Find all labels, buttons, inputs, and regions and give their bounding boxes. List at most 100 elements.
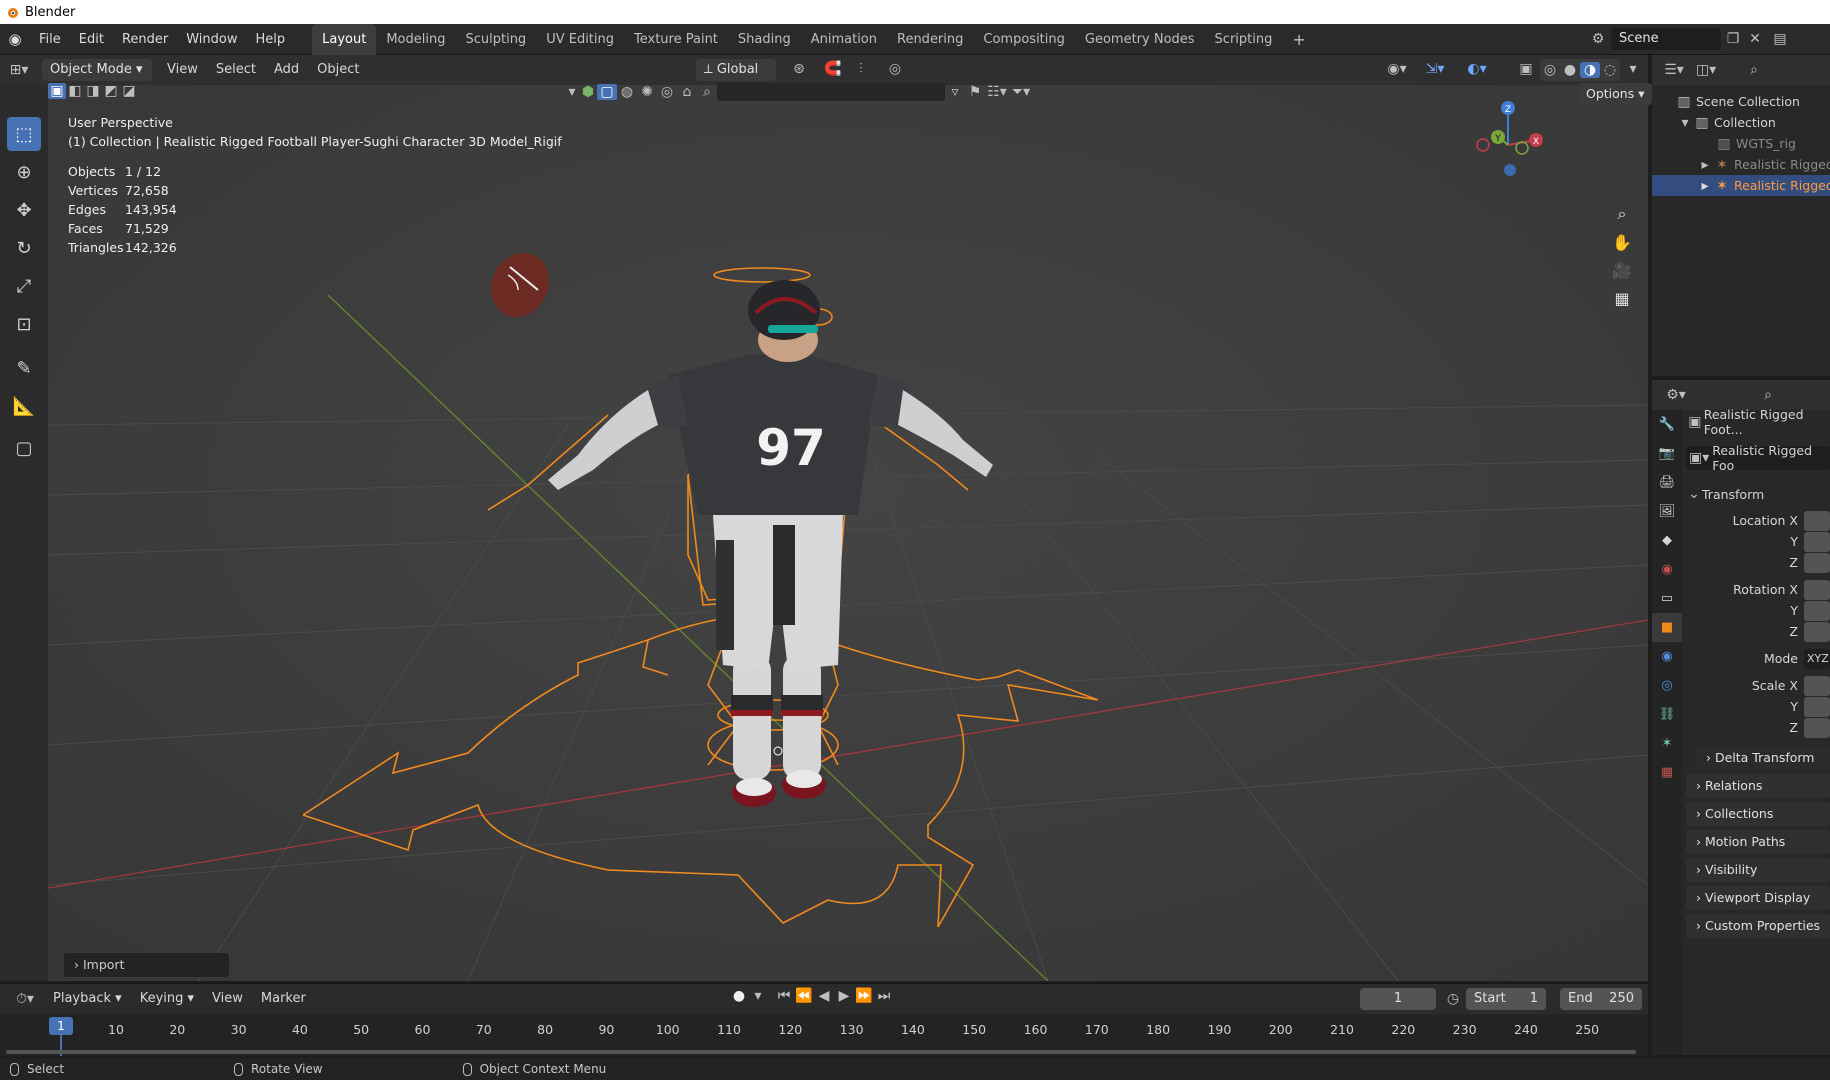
measure-tool-icon[interactable]: 📐 bbox=[7, 389, 41, 423]
outliner-search-icon[interactable]: ⌕ bbox=[1742, 62, 1766, 78]
pivot-icon[interactable]: ⊛ bbox=[786, 61, 812, 77]
annotate-tool-icon[interactable]: ✎ bbox=[7, 351, 41, 385]
menu-marker[interactable]: Marker bbox=[252, 984, 315, 1014]
menu-view[interactable]: View bbox=[158, 55, 207, 85]
overlays-icon[interactable]: ◐▾ bbox=[1462, 61, 1492, 77]
zoom-icon[interactable]: ⌕ bbox=[1608, 200, 1636, 228]
record-icon[interactable]: ● bbox=[728, 988, 750, 1004]
rotation-mode-dropdown[interactable]: XYZ bbox=[1804, 648, 1830, 669]
transform-section-header[interactable]: ⌄ Transform bbox=[1686, 482, 1830, 506]
relations-section[interactable]: › Relations bbox=[1686, 774, 1830, 798]
world-tab-icon[interactable]: ◉ bbox=[1652, 555, 1682, 584]
playhead[interactable]: 1 bbox=[49, 1017, 73, 1035]
menu-file[interactable]: File bbox=[30, 24, 70, 55]
bone-select-icon[interactable]: ▢ bbox=[597, 84, 617, 100]
select-invert-icon[interactable]: ◩ bbox=[102, 83, 120, 99]
outliner-row-scene-collection[interactable]: ▥ Scene Collection bbox=[1652, 91, 1830, 112]
expand-arrow-icon[interactable]: ▾ bbox=[1680, 113, 1690, 133]
proportional-edit-icon[interactable]: ◎ bbox=[882, 61, 908, 77]
viewport-display-section[interactable]: › Viewport Display bbox=[1686, 886, 1830, 910]
select-subtract-icon[interactable]: ◨ bbox=[84, 83, 102, 99]
collection-tab-icon[interactable]: ▭ bbox=[1652, 584, 1682, 613]
rotation-y-field[interactable] bbox=[1804, 600, 1830, 621]
menu-timeline-view[interactable]: View bbox=[203, 984, 252, 1014]
physics-tab-icon[interactable]: ◎ bbox=[1652, 671, 1682, 700]
jump-start-icon[interactable]: ⏮ bbox=[774, 988, 794, 1004]
chevron-down-icon[interactable]: ▾ bbox=[565, 84, 579, 100]
display-options-icon[interactable]: ☷▾ bbox=[985, 84, 1009, 100]
output-tab-icon[interactable]: 🖨 bbox=[1652, 468, 1682, 497]
modifiers-tab-icon[interactable]: ◉ bbox=[1652, 642, 1682, 671]
filter-icon[interactable]: ⏷▾ bbox=[1009, 84, 1033, 100]
tab-compositing[interactable]: Compositing bbox=[973, 24, 1075, 55]
custom-properties-section[interactable]: › Custom Properties bbox=[1686, 914, 1830, 938]
scale-z-field[interactable] bbox=[1804, 717, 1830, 738]
object-tab-icon[interactable]: ■ bbox=[1652, 613, 1682, 642]
wireframe-shading-icon[interactable]: ◎ bbox=[1540, 62, 1560, 78]
delta-transform-section[interactable]: › Delta Transform bbox=[1696, 746, 1830, 770]
orientation-dropdown[interactable]: ⟂ Global ▾ bbox=[696, 59, 776, 99]
menu-playback[interactable]: Playback ▾ bbox=[44, 984, 131, 1014]
object-type-icon[interactable]: ⬢ bbox=[579, 84, 597, 100]
prev-keyframe-icon[interactable]: ⏪ bbox=[794, 988, 814, 1004]
scene-icon[interactable]: ⚙ bbox=[1585, 31, 1611, 47]
outliner-editor-icon[interactable]: ☰▾ bbox=[1658, 62, 1690, 78]
tab-uv-editing[interactable]: UV Editing bbox=[536, 24, 624, 55]
tab-animation[interactable]: Animation bbox=[801, 24, 887, 55]
tab-scripting[interactable]: Scripting bbox=[1205, 24, 1283, 55]
outliner-row-armature-selected[interactable]: ▸ ✶ Realistic Rigged F bbox=[1652, 175, 1830, 196]
gizmo-toggle-icon[interactable]: ⇲▾ bbox=[1420, 61, 1450, 77]
transform-tool-icon[interactable]: ⊡ bbox=[7, 307, 41, 341]
ortho-grid-icon[interactable]: ▦ bbox=[1608, 284, 1636, 312]
light-select-icon[interactable]: ✺ bbox=[637, 84, 657, 100]
render-tab-icon[interactable]: 📷 bbox=[1652, 439, 1682, 468]
rotation-z-field[interactable] bbox=[1804, 621, 1830, 642]
motion-paths-section[interactable]: › Motion Paths bbox=[1686, 830, 1830, 854]
snap-icon[interactable]: 🧲 bbox=[820, 61, 846, 77]
tab-rendering[interactable]: Rendering bbox=[887, 24, 973, 55]
delete-scene-icon[interactable]: ✕ bbox=[1745, 31, 1765, 47]
tab-geometry-nodes[interactable]: Geometry Nodes bbox=[1075, 24, 1205, 55]
menu-select[interactable]: Select bbox=[207, 55, 265, 85]
rotate-tool-icon[interactable]: ↻ bbox=[7, 231, 41, 265]
scale-x-field[interactable] bbox=[1804, 675, 1830, 696]
texture-tab-icon[interactable]: ▦ bbox=[1652, 758, 1682, 787]
scene-name-field[interactable]: Scene bbox=[1611, 28, 1721, 50]
play-reverse-icon[interactable]: ◀ bbox=[814, 988, 834, 1004]
tab-modeling[interactable]: Modeling bbox=[376, 24, 455, 55]
rendered-shading-icon[interactable]: ◌ bbox=[1600, 62, 1620, 78]
menu-help[interactable]: Help bbox=[247, 24, 295, 55]
pan-hand-icon[interactable]: ✋ bbox=[1608, 228, 1636, 256]
viewport-search-input[interactable] bbox=[717, 83, 945, 101]
properties-editor-icon[interactable]: ⚙▾ bbox=[1660, 387, 1692, 403]
timeline-scrollbar[interactable] bbox=[6, 1050, 1636, 1054]
cursor-tool-icon[interactable]: ⊕ bbox=[7, 155, 41, 189]
scale-y-field[interactable] bbox=[1804, 696, 1830, 717]
add-workspace-plus-icon[interactable]: + bbox=[1282, 24, 1315, 55]
visibility-section[interactable]: › Visibility bbox=[1686, 858, 1830, 882]
search-icon[interactable]: ⌕ bbox=[697, 84, 717, 100]
options-dropdown[interactable]: Options ▾ bbox=[1578, 83, 1653, 105]
rotation-x-field[interactable] bbox=[1804, 579, 1830, 600]
solid-shading-icon[interactable]: ● bbox=[1560, 62, 1580, 78]
current-frame-field[interactable]: 1 bbox=[1360, 988, 1436, 1010]
tab-texture-paint[interactable]: Texture Paint bbox=[624, 24, 728, 55]
tab-layout[interactable]: Layout bbox=[312, 23, 377, 55]
outliner-row-wgts-rig[interactable]: ▥ WGTS_rig bbox=[1652, 133, 1830, 154]
location-x-field[interactable] bbox=[1804, 510, 1830, 531]
bookmark-icon[interactable]: ⚑ bbox=[965, 84, 985, 100]
next-keyframe-icon[interactable]: ⏩ bbox=[854, 988, 874, 1004]
start-frame-field[interactable]: Start 1 bbox=[1466, 988, 1546, 1010]
jump-end-icon[interactable]: ⏭ bbox=[874, 988, 894, 1004]
scale-tool-icon[interactable]: ⤢ bbox=[7, 269, 41, 303]
view-layer-icon[interactable]: ▤ bbox=[1765, 31, 1795, 47]
navigation-gizmo[interactable]: Z X Y bbox=[1468, 100, 1548, 180]
tab-sculpting[interactable]: Sculpting bbox=[455, 24, 536, 55]
visibility-icon[interactable]: ◉▾ bbox=[1382, 61, 1412, 77]
filter-selectable-icon[interactable]: ▿ bbox=[945, 84, 965, 100]
tab-shading[interactable]: Shading bbox=[728, 24, 801, 55]
select-new-icon[interactable]: ▣ bbox=[48, 83, 66, 99]
camera-select-icon[interactable]: ◎ bbox=[657, 84, 677, 100]
menu-render[interactable]: Render bbox=[113, 24, 177, 55]
chevron-down-icon[interactable]: ▾ bbox=[750, 988, 766, 1004]
